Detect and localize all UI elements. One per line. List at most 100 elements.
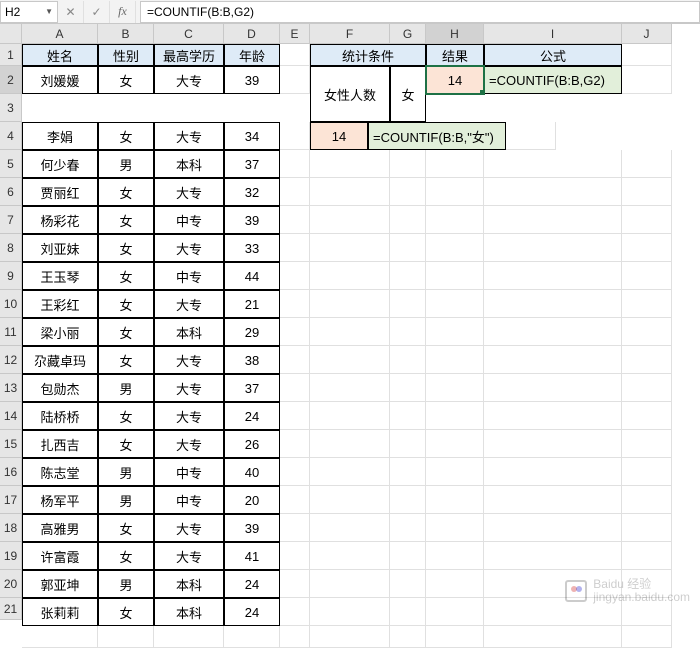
- row-header-13[interactable]: 13: [0, 374, 22, 402]
- cell-C6[interactable]: 中专: [154, 206, 224, 234]
- row-header-18[interactable]: 18: [0, 514, 22, 542]
- confirm-button[interactable]: ✓: [84, 1, 110, 23]
- cell-C12[interactable]: 大专: [154, 374, 224, 402]
- cell-J13[interactable]: [622, 402, 672, 430]
- column-header-G[interactable]: G: [390, 24, 426, 44]
- cell-E17[interactable]: [280, 514, 310, 542]
- cell-H13[interactable]: [426, 402, 484, 430]
- cell-H3[interactable]: 14: [310, 122, 368, 150]
- cell-I3[interactable]: =COUNTIF(B:B,"女"): [368, 122, 506, 150]
- cell-E5[interactable]: [280, 178, 310, 206]
- cell-H11[interactable]: [426, 346, 484, 374]
- cell-G21[interactable]: [390, 626, 426, 648]
- cell-E15[interactable]: [280, 458, 310, 486]
- cell-F17[interactable]: [310, 514, 390, 542]
- cell-H21[interactable]: [426, 626, 484, 648]
- cell-H7[interactable]: [426, 234, 484, 262]
- cell-J11[interactable]: [622, 346, 672, 374]
- cell-D14[interactable]: 26: [224, 430, 280, 458]
- cell-J7[interactable]: [622, 234, 672, 262]
- cell-I7[interactable]: [484, 234, 622, 262]
- cell-F19[interactable]: [310, 570, 390, 598]
- cell-G5[interactable]: [390, 178, 426, 206]
- column-header-F[interactable]: F: [310, 24, 390, 44]
- cell-A6[interactable]: 杨彩花: [22, 206, 98, 234]
- cell-J21[interactable]: [622, 626, 672, 648]
- cell-B3[interactable]: 女: [98, 122, 154, 150]
- cell-F20[interactable]: [310, 598, 390, 626]
- cell-D8[interactable]: 44: [224, 262, 280, 290]
- cell-J1[interactable]: [622, 44, 672, 66]
- cell-C3[interactable]: 大专: [154, 122, 224, 150]
- cell-D1[interactable]: 年龄: [224, 44, 280, 66]
- row-header-12[interactable]: 12: [0, 346, 22, 374]
- row-header-21[interactable]: 21: [0, 598, 22, 620]
- cell-B4[interactable]: 男: [98, 150, 154, 178]
- cell-A21[interactable]: [22, 626, 98, 648]
- cell-I1[interactable]: 公式: [484, 44, 622, 66]
- cell-I16[interactable]: [484, 486, 622, 514]
- cell-G2[interactable]: 女: [390, 66, 426, 122]
- cell-A8[interactable]: 王玉琴: [22, 262, 98, 290]
- cell-F21[interactable]: [310, 626, 390, 648]
- cell-J10[interactable]: [622, 318, 672, 346]
- cell-J8[interactable]: [622, 262, 672, 290]
- cell-D7[interactable]: 33: [224, 234, 280, 262]
- cell-E21[interactable]: [280, 626, 310, 648]
- cell-G14[interactable]: [390, 430, 426, 458]
- cell-F14[interactable]: [310, 430, 390, 458]
- cell-G13[interactable]: [390, 402, 426, 430]
- cell-I12[interactable]: [484, 374, 622, 402]
- cell-I17[interactable]: [484, 514, 622, 542]
- cell-H19[interactable]: [426, 570, 484, 598]
- cell-F11[interactable]: [310, 346, 390, 374]
- cell-C7[interactable]: 大专: [154, 234, 224, 262]
- cell-C17[interactable]: 大专: [154, 514, 224, 542]
- cell-J14[interactable]: [622, 430, 672, 458]
- cell-F6[interactable]: [310, 206, 390, 234]
- row-header-7[interactable]: 7: [0, 206, 22, 234]
- row-header-1[interactable]: 1: [0, 44, 22, 66]
- cell-G15[interactable]: [390, 458, 426, 486]
- cell-H15[interactable]: [426, 458, 484, 486]
- row-header-15[interactable]: 15: [0, 430, 22, 458]
- cell-J16[interactable]: [622, 486, 672, 514]
- cell-H20[interactable]: [426, 598, 484, 626]
- cell-J15[interactable]: [622, 458, 672, 486]
- cell-C9[interactable]: 大专: [154, 290, 224, 318]
- row-header-5[interactable]: 5: [0, 150, 22, 178]
- column-header-J[interactable]: J: [622, 24, 672, 44]
- cell-H16[interactable]: [426, 486, 484, 514]
- cell-G18[interactable]: [390, 542, 426, 570]
- cell-A14[interactable]: 扎西吉: [22, 430, 98, 458]
- cell-E1[interactable]: [280, 44, 310, 66]
- cell-A16[interactable]: 杨军平: [22, 486, 98, 514]
- cell-D20[interactable]: 24: [224, 598, 280, 626]
- cell-E19[interactable]: [280, 570, 310, 598]
- cell-E16[interactable]: [280, 486, 310, 514]
- cell-E3[interactable]: [280, 122, 310, 150]
- cell-A15[interactable]: 陈志堂: [22, 458, 98, 486]
- cell-D6[interactable]: 39: [224, 206, 280, 234]
- cell-I13[interactable]: [484, 402, 622, 430]
- row-header-20[interactable]: 20: [0, 570, 22, 598]
- cell-C10[interactable]: 本科: [154, 318, 224, 346]
- cell-E12[interactable]: [280, 374, 310, 402]
- cell-E2[interactable]: [280, 66, 310, 94]
- cell-F18[interactable]: [310, 542, 390, 570]
- cell-F2[interactable]: 女性人数: [310, 66, 390, 122]
- cell-I5[interactable]: [484, 178, 622, 206]
- cell-I21[interactable]: [484, 626, 622, 648]
- cell-A5[interactable]: 贾丽红: [22, 178, 98, 206]
- cell-F5[interactable]: [310, 178, 390, 206]
- cell-E8[interactable]: [280, 262, 310, 290]
- cell-B18[interactable]: 女: [98, 542, 154, 570]
- row-header-14[interactable]: 14: [0, 402, 22, 430]
- cell-J18[interactable]: [622, 542, 672, 570]
- cell-H1[interactable]: 结果: [426, 44, 484, 66]
- cell-E4[interactable]: [280, 150, 310, 178]
- cell-E6[interactable]: [280, 206, 310, 234]
- cell-J12[interactable]: [622, 374, 672, 402]
- cell-G16[interactable]: [390, 486, 426, 514]
- cell-C2[interactable]: 大专: [154, 66, 224, 94]
